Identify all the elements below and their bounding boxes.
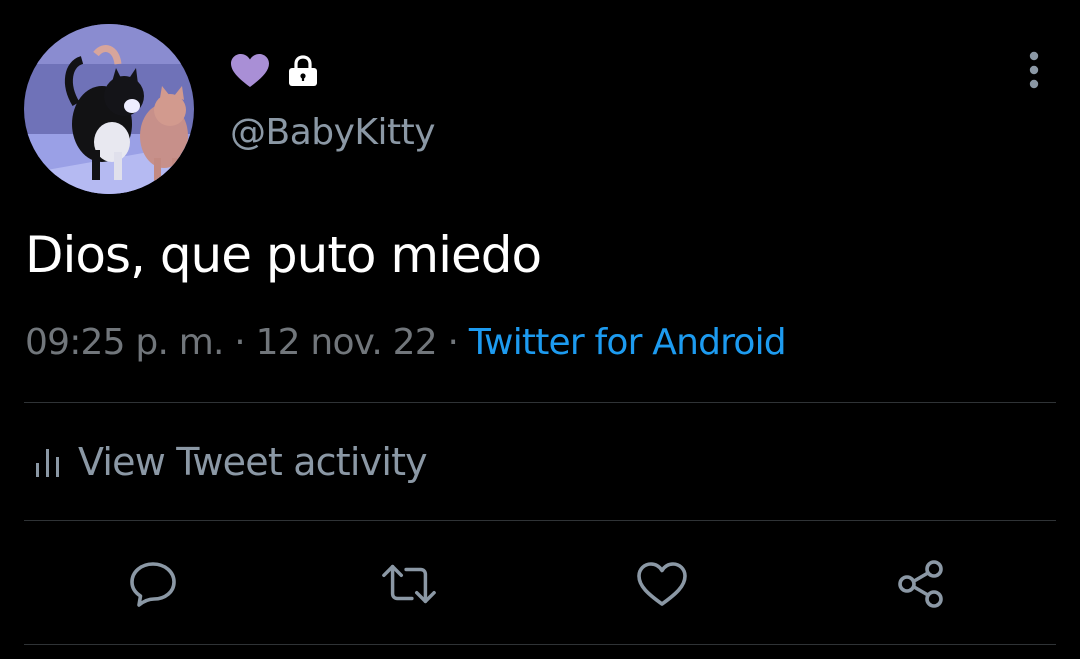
- purple-heart-icon: [230, 53, 270, 89]
- tweet-time: 09:25 p. m.: [25, 322, 224, 363]
- meta-separator: ·: [223, 322, 256, 363]
- tweet-date: 12 nov. 22: [255, 322, 438, 363]
- lock-icon: [286, 54, 320, 88]
- like-button[interactable]: [634, 556, 690, 612]
- more-vertical-icon: [1029, 51, 1039, 89]
- bar-chart-icon: [36, 449, 59, 477]
- view-tweet-activity-button[interactable]: View Tweet activity: [34, 436, 428, 488]
- view-tweet-activity-label: View Tweet activity: [78, 440, 428, 484]
- share-button[interactable]: [893, 556, 949, 612]
- meta-separator: ·: [436, 322, 469, 363]
- avatar-image: [24, 24, 194, 194]
- tweet-source-link[interactable]: Twitter for Android: [469, 322, 787, 363]
- more-options-button[interactable]: [1016, 50, 1052, 90]
- share-icon: [898, 560, 943, 608]
- tweet-text: Dios, que puto miedo: [25, 226, 542, 284]
- divider: [24, 402, 1056, 403]
- user-handle[interactable]: @BabyKitty: [230, 112, 436, 153]
- divider: [24, 644, 1056, 645]
- reply-bubble-icon: [130, 562, 176, 607]
- avatar[interactable]: [24, 24, 194, 194]
- retweet-button[interactable]: [381, 556, 437, 612]
- divider: [24, 520, 1056, 521]
- name-row: [230, 50, 320, 92]
- heart-outline-icon: [637, 562, 687, 606]
- retweet-icon: [382, 564, 436, 604]
- tweet-meta: 09:25 p. m. · 12 nov. 22 · Twitter for A…: [25, 322, 787, 363]
- reply-button[interactable]: [125, 556, 181, 612]
